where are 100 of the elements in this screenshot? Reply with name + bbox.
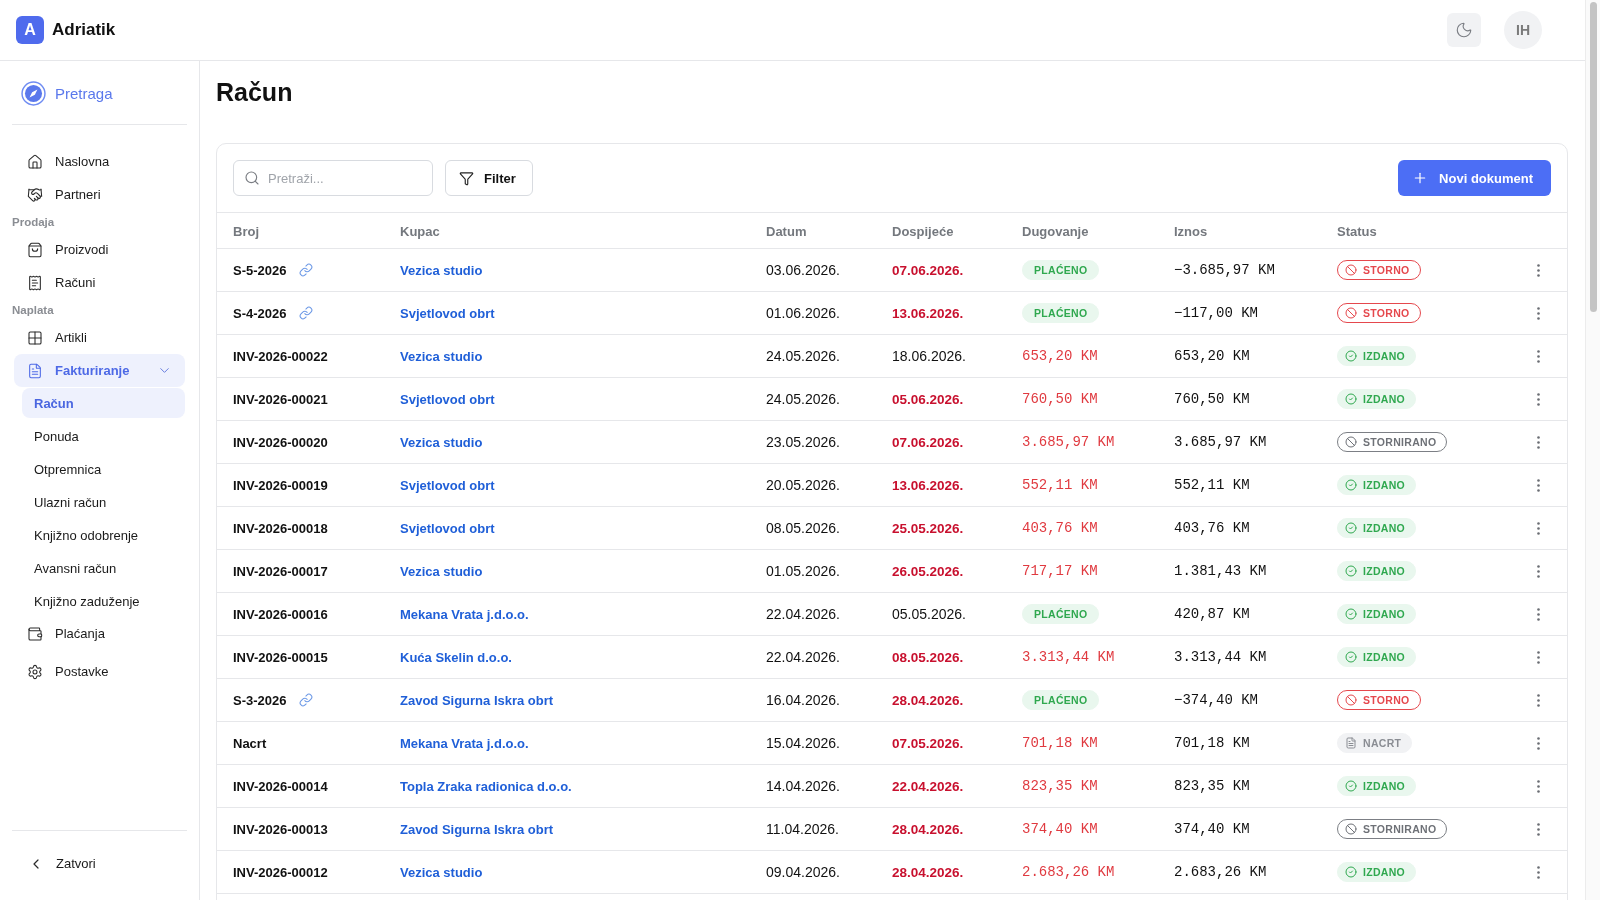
- document-number: INV-2026-00020: [233, 434, 328, 450]
- due-date: 25.05.2026.: [892, 520, 964, 536]
- customer-link[interactable]: Vezica studio: [400, 262, 483, 278]
- column-header[interactable]: Dugovanje: [1022, 223, 1089, 239]
- ban-icon: [1345, 436, 1357, 448]
- column-header[interactable]: Status: [1337, 223, 1377, 239]
- ban-icon: [1345, 694, 1357, 706]
- total-amount: 2.683,26 KM: [1174, 864, 1267, 880]
- more-icon: [1536, 693, 1540, 707]
- customer-link[interactable]: Svjetlovod obrt: [400, 520, 495, 536]
- customer-link[interactable]: Zavod Sigurna Iskra obrt: [400, 821, 554, 837]
- nav-item[interactable]: Partneri: [14, 178, 185, 211]
- nav-subitem[interactable]: Otpremnica: [22, 454, 185, 484]
- user-avatar[interactable]: IH: [1504, 11, 1542, 49]
- status-label: IZDANO: [1363, 651, 1406, 663]
- house-icon: [27, 153, 43, 170]
- customer-link[interactable]: Topla Zraka radionica d.o.o.: [400, 778, 572, 794]
- total-amount: −117,00 KM: [1174, 305, 1258, 321]
- issue-date: 11.04.2026.: [766, 821, 839, 837]
- customer-link[interactable]: Svjetlovod obrt: [400, 477, 495, 493]
- customer-link[interactable]: Kuća Skelin d.o.o.: [400, 649, 512, 665]
- status-label: IZDANO: [1363, 608, 1406, 620]
- customer-link[interactable]: Mekana Vrata j.d.o.o.: [400, 606, 529, 622]
- grid-icon: [27, 329, 43, 346]
- search-link[interactable]: Pretraga: [14, 73, 113, 113]
- status-label: IZDANO: [1363, 565, 1406, 577]
- issue-date: 20.05.2026.: [766, 477, 840, 493]
- nav-subitem[interactable]: Knjižno odobrenje: [22, 520, 185, 550]
- check-circle-icon: [1345, 479, 1357, 491]
- nav-group[interactable]: Fakturiranje: [14, 354, 185, 387]
- debt-amount: 717,17 KM: [1022, 563, 1098, 579]
- more-icon: [1536, 865, 1540, 879]
- status-label: IZDANO: [1363, 866, 1406, 878]
- total-amount: 403,76 KM: [1174, 520, 1250, 536]
- theme-toggle-button[interactable]: [1447, 13, 1481, 47]
- nav-subitem[interactable]: Račun: [22, 388, 185, 418]
- total-amount: 760,50 KM: [1174, 391, 1250, 407]
- collapse-link[interactable]: Zatvori: [14, 847, 96, 880]
- nav-item[interactable]: Plaćanja: [14, 617, 185, 650]
- filter-button[interactable]: Filter: [445, 160, 533, 196]
- issue-date: 23.05.2026.: [766, 434, 840, 450]
- nav-subitem[interactable]: Ulazni račun: [22, 487, 185, 517]
- nav-subitem[interactable]: Avansni račun: [22, 553, 185, 583]
- customer-link[interactable]: Vezica studio: [400, 563, 483, 579]
- section-label: Naplata: [12, 303, 55, 318]
- more-icon: [1536, 779, 1540, 793]
- search-field[interactable]: Pretraži...: [233, 160, 433, 196]
- more-icon: [1536, 306, 1540, 320]
- due-date: 18.06.2026.: [892, 348, 966, 364]
- customer-link[interactable]: Svjetlovod obrt: [400, 305, 495, 321]
- customer-link[interactable]: Vezica studio: [400, 864, 483, 880]
- nav-subitem[interactable]: Knjižno zaduženje: [22, 586, 185, 616]
- due-date: 28.04.2026.: [892, 821, 964, 837]
- debt-amount: 403,76 KM: [1022, 520, 1098, 536]
- search-icon: [244, 170, 260, 186]
- customer-link[interactable]: Svjetlovod obrt: [400, 391, 495, 407]
- debt-amount: 2.683,26 KM: [1022, 864, 1115, 880]
- column-header[interactable]: Iznos: [1174, 223, 1208, 239]
- due-date: 13.06.2026.: [892, 305, 964, 321]
- customer-link[interactable]: Vezica studio: [400, 348, 483, 364]
- ban-icon: [1345, 307, 1357, 319]
- nav-item[interactable]: Artikli: [14, 321, 185, 354]
- nav-item[interactable]: Naslovna: [14, 145, 185, 178]
- due-date: 05.05.2026.: [892, 606, 966, 622]
- issue-date: 24.05.2026.: [766, 348, 840, 364]
- nav-item[interactable]: Proizvodi: [14, 233, 185, 266]
- column-header[interactable]: Dospijeće: [892, 223, 954, 239]
- scrollbar-thumb[interactable]: [1589, 2, 1597, 312]
- document-number: S-5-2026: [233, 262, 287, 278]
- more-icon: [1536, 349, 1540, 363]
- due-date: 07.05.2026.: [892, 735, 964, 751]
- issue-date: 16.04.2026.: [766, 692, 840, 708]
- column-header[interactable]: Kupac: [400, 223, 440, 239]
- status-label: IZDANO: [1363, 350, 1406, 362]
- issue-date: 22.04.2026.: [766, 606, 840, 622]
- nav-subitem[interactable]: Ponuda: [22, 421, 185, 451]
- due-date: 13.06.2026.: [892, 477, 964, 493]
- document-number: INV-2026-00016: [233, 606, 328, 622]
- debt-amount: 701,18 KM: [1022, 735, 1098, 751]
- section-label: Prodaja: [12, 215, 56, 230]
- document-number: Nacrt: [233, 735, 267, 751]
- wallet-icon: [27, 625, 43, 642]
- due-date: 07.06.2026.: [892, 262, 964, 278]
- more-icon: [1536, 650, 1540, 664]
- funnel-icon: [459, 170, 474, 186]
- customer-link[interactable]: Zavod Sigurna Iskra obrt: [400, 692, 554, 708]
- customer-link[interactable]: Mekana Vrata j.d.o.o.: [400, 735, 529, 751]
- check-circle-icon: [1345, 393, 1357, 405]
- status-label: IZDANO: [1363, 479, 1406, 491]
- new-document-button[interactable]: Novi dokument: [1398, 160, 1551, 196]
- issue-date: 15.04.2026.: [766, 735, 840, 751]
- nav-item[interactable]: Postavke: [14, 655, 185, 688]
- customer-link[interactable]: Vezica studio: [400, 434, 483, 450]
- nav-item[interactable]: Računi: [14, 266, 185, 299]
- handshake-icon: [27, 186, 43, 203]
- more-icon: [1536, 822, 1540, 836]
- column-header[interactable]: Datum: [766, 223, 807, 239]
- check-circle-icon: [1345, 651, 1357, 663]
- issue-date: 14.04.2026.: [766, 778, 840, 794]
- column-header[interactable]: Broj: [233, 223, 259, 239]
